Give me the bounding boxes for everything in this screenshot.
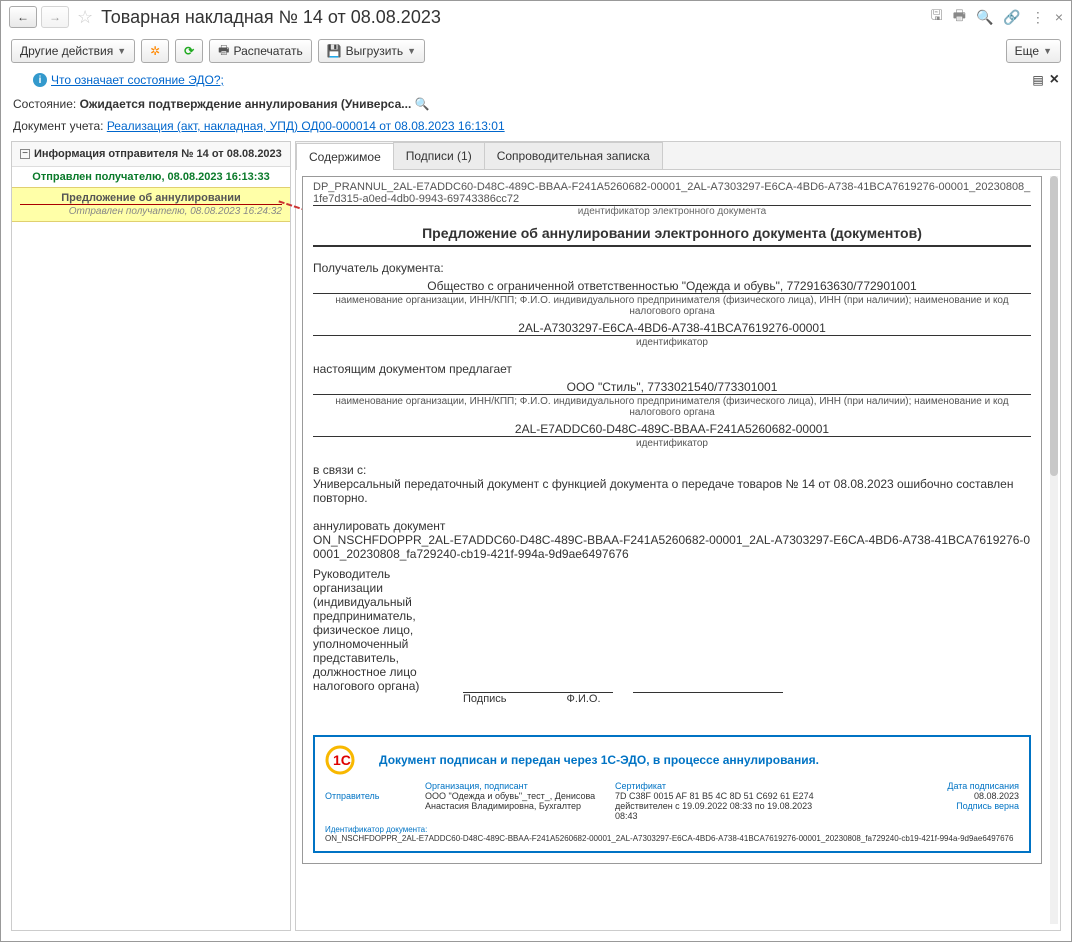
refresh-button[interactable]: ⟳ bbox=[175, 39, 203, 63]
org-caption-1: наименование организации, ИНН/КПП; Ф.И.О… bbox=[313, 293, 1031, 317]
doc-uchet-link[interactable]: Реализация (акт, накладная, УПД) ОД00-00… bbox=[107, 119, 505, 133]
print-button[interactable]: 🖶Распечатать bbox=[209, 39, 312, 63]
other-actions-button[interactable]: Другие действия▼ bbox=[11, 39, 135, 63]
more-button[interactable]: Еще▼ bbox=[1006, 39, 1061, 63]
signature-label: Подпись bbox=[463, 693, 507, 705]
app-window: ← → ☆ Товарная накладная № 14 от 08.08.2… bbox=[0, 0, 1072, 942]
link-icon[interactable]: 🔗 bbox=[1003, 9, 1020, 26]
sidebar-item-sub: Отправлен получателю, 08.08.2023 16:24:3… bbox=[20, 205, 282, 217]
status-row: Состояние: Ожидается подтверждение аннул… bbox=[1, 93, 1071, 115]
status-label: Состояние: bbox=[13, 97, 76, 111]
proposes-text: настоящим документом предлагает bbox=[313, 362, 1031, 376]
layout-icon[interactable]: ▤ bbox=[1032, 73, 1043, 87]
fio-label: Ф.И.О. bbox=[567, 693, 601, 705]
doc-identifier-caption: идентификатор электронного документа bbox=[313, 205, 1031, 217]
close-icon[interactable]: × bbox=[1055, 9, 1063, 25]
favorite-star-icon[interactable]: ☆ bbox=[77, 7, 93, 28]
status-value: Ожидается подтверждение аннулирования (У… bbox=[80, 97, 412, 111]
main-panel: Содержимое Подписи (1) Сопроводительная … bbox=[295, 141, 1061, 931]
stamp-heading: Документ подписан и передан через 1С-ЭДО… bbox=[379, 753, 819, 767]
signature-labels: Подпись Ф.И.О. bbox=[463, 693, 1031, 705]
upload-icon: 💾 bbox=[327, 44, 342, 58]
nav-back-button[interactable]: ← bbox=[9, 6, 37, 28]
head-caption: Руководитель организации (индивидуальный… bbox=[313, 567, 443, 693]
stamp-cert-value: 7D C38F 0015 AF 81 B5 4C 8D 51 C692 61 E… bbox=[615, 791, 825, 821]
edo-status-link[interactable]: Что означает состояние ЭДО?; bbox=[51, 73, 224, 87]
gear-button[interactable]: ✲ bbox=[141, 39, 169, 63]
fio-line bbox=[633, 679, 783, 693]
in-connection-label: в связи с: bbox=[313, 463, 1031, 477]
title-actions: 🖫 🖶 🔍 🔗 ⋮ × bbox=[931, 5, 1063, 29]
content-area: − Информация отправителя № 14 от 08.08.2… bbox=[1, 141, 1071, 941]
sender-name: ООО "Стиль", 7733021540/773301001 bbox=[313, 380, 1031, 394]
id-caption-1: идентификатор bbox=[313, 335, 1031, 348]
cancel-label: аннулировать документ bbox=[313, 519, 1031, 533]
signature-line bbox=[463, 679, 613, 693]
preview-icon[interactable]: 🔍 bbox=[976, 9, 993, 26]
stamp-sign-ok: Подпись верна bbox=[835, 801, 1019, 811]
sidebar-header-text: Информация отправителя № 14 от 08.08.202… bbox=[34, 148, 282, 160]
id-caption-2: идентификатор bbox=[313, 436, 1031, 449]
sidebar-item-title: Предложение об аннулировании bbox=[20, 192, 282, 205]
collapse-icon[interactable]: − bbox=[20, 149, 30, 159]
export-button[interactable]: 💾Выгрузить▼ bbox=[318, 39, 425, 63]
org-caption-2: наименование организации, ИНН/КПП; Ф.И.О… bbox=[313, 394, 1031, 418]
doc-title: Предложение об аннулировании электронног… bbox=[313, 217, 1031, 247]
scrollbar[interactable] bbox=[1050, 176, 1058, 924]
window-title: Товарная накладная № 14 от 08.08.2023 bbox=[101, 7, 927, 28]
titlebar: ← → ☆ Товарная накладная № 14 от 08.08.2… bbox=[1, 1, 1071, 33]
stamp-sender-label: Отправитель bbox=[325, 791, 415, 801]
tablist: Содержимое Подписи (1) Сопроводительная … bbox=[296, 142, 1060, 170]
nav-forward-button[interactable]: → bbox=[41, 6, 69, 28]
sidebar-item-annulment[interactable]: Предложение об аннулировании Отправлен п… bbox=[12, 187, 290, 222]
recipient-label: Получатель документа: bbox=[313, 261, 1031, 275]
reason-text: Универсальный передаточный документ с фу… bbox=[313, 477, 1031, 505]
stamp-org-label: Организация, подписант bbox=[425, 781, 605, 791]
edo-info-row: i Что означает состояние ЭДО?; ▤ × bbox=[1, 69, 1071, 93]
cancel-doc-id: ON_NSCHFDOPPR_2AL-E7ADDC60-D48C-489C-BBA… bbox=[313, 533, 1031, 561]
panel-close-icon[interactable]: × bbox=[1050, 71, 1059, 89]
refresh-icon: ⟳ bbox=[184, 44, 194, 58]
doc-identifier: DP_PRANNUL_2AL-E7ADDC60-D48C-489C-BBAA-F… bbox=[313, 181, 1031, 205]
doc-uchet-label: Документ учета: bbox=[13, 119, 103, 133]
info-icon: i bbox=[33, 73, 47, 87]
printer-icon: 🖶 bbox=[218, 41, 229, 62]
gear-icon: ✲ bbox=[150, 44, 160, 58]
sidebar-header[interactable]: − Информация отправителя № 14 от 08.08.2… bbox=[12, 142, 290, 167]
print-icon[interactable]: 🖶 bbox=[953, 5, 966, 29]
document-view: DP_PRANNUL_2AL-E7ADDC60-D48C-489C-BBAA-F… bbox=[296, 170, 1060, 930]
stamp-date-label: Дата подписания bbox=[835, 781, 1019, 791]
doc-uchet-row: Документ учета: Реализация (акт, накладн… bbox=[1, 115, 1071, 141]
toolbar: Другие действия▼ ✲ ⟳ 🖶Распечатать 💾Выгру… bbox=[1, 33, 1071, 69]
document-body: DP_PRANNUL_2AL-E7ADDC60-D48C-489C-BBAA-F… bbox=[302, 176, 1042, 864]
save-icon[interactable]: 🖫 bbox=[931, 5, 943, 29]
kebab-icon[interactable]: ⋮ bbox=[1031, 9, 1045, 26]
sender-id: 2AL-E7ADDC60-D48C-489C-BBAA-F241A5260682… bbox=[313, 422, 1031, 436]
signature-stamp: 1С Документ подписан и передан через 1С-… bbox=[313, 735, 1031, 853]
stamp-docid-label: Идентификатор документа: bbox=[325, 825, 1019, 834]
tab-cover-note[interactable]: Сопроводительная записка bbox=[484, 142, 663, 169]
recipient-id: 2AL-A7303297-E6CA-4BD6-A738-41BCA7619276… bbox=[313, 321, 1031, 335]
stamp-date-value: 08.08.2023 bbox=[835, 791, 1019, 801]
tab-signatures[interactable]: Подписи (1) bbox=[393, 142, 485, 169]
magnifier-icon[interactable]: 🔍 bbox=[415, 97, 430, 111]
stamp-cert-label: Сертификат bbox=[615, 781, 825, 791]
sidebar: − Информация отправителя № 14 от 08.08.2… bbox=[11, 141, 291, 931]
tab-content[interactable]: Содержимое bbox=[296, 143, 394, 170]
recipient-name: Общество с ограниченной ответственностью… bbox=[313, 279, 1031, 293]
sidebar-sent-status: Отправлен получателю, 08.08.2023 16:13:3… bbox=[12, 167, 290, 187]
stamp-org-value: ООО "Одежда и обувь"_тест_, Денисова Ана… bbox=[425, 791, 605, 811]
signature-row: Руководитель организации (индивидуальный… bbox=[313, 567, 1031, 693]
1c-logo-icon: 1С bbox=[325, 745, 369, 775]
scrollbar-thumb[interactable] bbox=[1050, 176, 1058, 476]
stamp-docid-value: ON_NSCHFDOPPR_2AL-E7ADDC60-D48C-489C-BBA… bbox=[325, 834, 1019, 843]
svg-text:1С: 1С bbox=[333, 752, 351, 768]
